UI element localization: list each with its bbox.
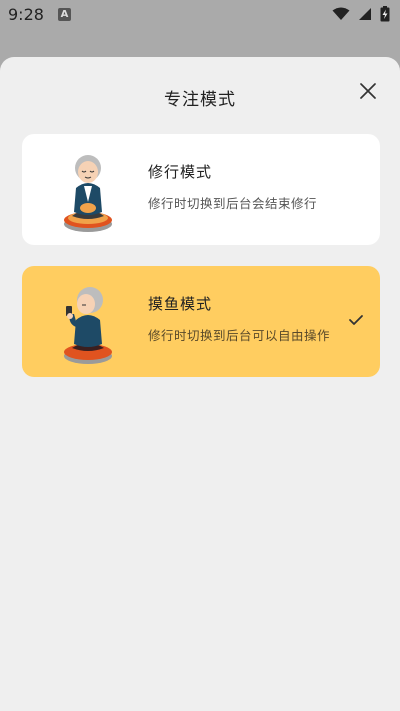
close-icon bbox=[360, 83, 376, 99]
mode-card-practice[interactable]: 修行模式 修行时切换到后台会结束修行 bbox=[22, 134, 380, 245]
wifi-icon bbox=[332, 7, 350, 20]
notification-a-icon: A bbox=[57, 7, 71, 21]
status-left: 9:28 A bbox=[8, 5, 71, 24]
mode-description: 修行时切换到后台可以自由操作 bbox=[148, 328, 331, 343]
mode-card-slacking[interactable]: 摸鱼模式 修行时切换到后台可以自由操作 bbox=[22, 266, 380, 377]
check-icon bbox=[349, 315, 363, 325]
monk-meditating-illustration bbox=[64, 155, 112, 232]
focus-mode-sheet: 专注模式 修行模式 修行时切换到后台会结束修行 摸鱼模式 修行时切换到后台可以自… bbox=[0, 57, 400, 711]
close-button[interactable] bbox=[356, 79, 380, 103]
mode-title: 摸鱼模式 bbox=[148, 295, 213, 313]
monk-with-phone-illustration bbox=[64, 287, 112, 364]
mode-description: 修行时切换到后台会结束修行 bbox=[148, 196, 318, 211]
signal-icon bbox=[359, 8, 371, 20]
status-bar: 9:28 A bbox=[0, 0, 400, 28]
battery-charging-icon bbox=[380, 6, 390, 22]
mode-title: 修行模式 bbox=[148, 163, 213, 181]
sheet-title: 专注模式 bbox=[164, 90, 236, 110]
status-right bbox=[332, 6, 390, 22]
status-time: 9:28 bbox=[8, 4, 44, 24]
